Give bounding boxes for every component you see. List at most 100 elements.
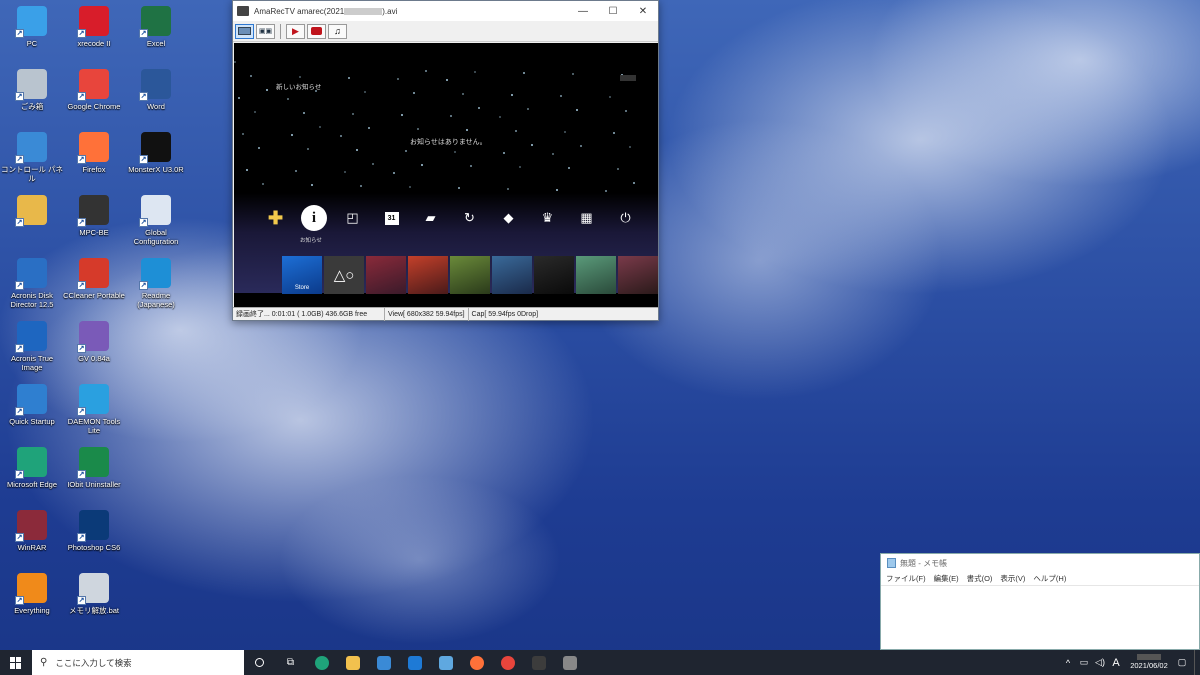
close-button[interactable]: ✕ — [628, 1, 658, 21]
desktop-icon-label: DAEMON Tools Lite — [67, 417, 121, 435]
network-icon[interactable]: ▭ — [1076, 657, 1092, 668]
desktop-icon[interactable]: ↗ Google Chrome — [62, 69, 126, 129]
taskbar-app[interactable] — [306, 650, 337, 675]
star — [572, 73, 574, 75]
word-icon: ↗ — [139, 69, 171, 101]
game-tile — [618, 256, 658, 294]
star — [425, 70, 427, 72]
search-placeholder: ここに入力して検索 — [55, 657, 132, 668]
taskbar-app[interactable] — [554, 650, 585, 675]
graph-icon[interactable]: ▣▣ — [256, 23, 275, 39]
desktop-icon[interactable]: ↗ — [0, 195, 64, 255]
user-folder-icon: ↗ — [15, 195, 47, 227]
shortcut-arrow-icon: ↗ — [15, 533, 24, 542]
star — [299, 76, 301, 78]
search-icon: ⚲ — [40, 657, 48, 668]
amarectv-titlebar[interactable]: AmaRecTV amarec(2021).avi — ☐ ✕ — [233, 1, 658, 21]
desktop-icon-label: GV 0.84a — [78, 354, 110, 363]
maximize-button[interactable]: ☐ — [598, 1, 628, 21]
desktop-icon[interactable]: ↗ Everything — [0, 573, 64, 633]
shortcut-arrow-icon: ↗ — [15, 470, 24, 479]
minimize-button[interactable]: — — [568, 1, 598, 21]
star — [531, 144, 533, 146]
camera-icon[interactable] — [307, 23, 326, 39]
desktop-icon[interactable]: ↗ CCleaner Portable — [62, 258, 126, 318]
desktop-icon[interactable]: ↗ Photoshop CS6 — [62, 510, 126, 570]
record-icon[interactable]: ▶ — [286, 23, 305, 39]
notepad-menu-item[interactable]: 書式(O) — [967, 573, 993, 584]
desktop-icon[interactable]: ↗ Word — [124, 69, 188, 129]
desktop-icon[interactable]: ↗ メモリ解放.bat — [62, 573, 126, 633]
taskbar-app[interactable] — [492, 650, 523, 675]
ime-indicator[interactable]: A — [1108, 657, 1124, 669]
taskbar-app[interactable] — [368, 650, 399, 675]
xrecode-icon: ↗ — [77, 6, 109, 38]
desktop-icon[interactable]: ↗ xrecode II — [62, 6, 126, 66]
desktop-icon[interactable]: ↗ Readme (Japanese) — [124, 258, 188, 318]
star — [511, 94, 513, 96]
desktop-icon[interactable]: ↗ MPC-BE — [62, 195, 126, 255]
quick-startup-icon: ↗ — [15, 384, 47, 416]
desktop-icon-label: IObit Uninstaller — [67, 480, 121, 489]
amarectv-toolbar: ▣▣ ▶ ♫ — [233, 21, 658, 42]
star — [458, 187, 460, 189]
desktop-icon-label: メモリ解放.bat — [68, 606, 119, 615]
star — [576, 109, 578, 111]
shortcut-arrow-icon: ↗ — [77, 92, 86, 101]
desktop-icon[interactable]: ↗ Acronis True Image — [0, 321, 64, 381]
volume-icon[interactable]: ◁) — [1092, 657, 1108, 668]
desktop-icon[interactable]: ↗ Microsoft Edge — [0, 447, 64, 507]
star — [295, 170, 297, 172]
calculator-icon — [531, 655, 546, 670]
view-mode-icon[interactable] — [235, 23, 254, 39]
shortcut-arrow-icon: ↗ — [15, 92, 24, 101]
desktop-icon[interactable]: ↗ Firefox — [62, 132, 126, 192]
friends-icon: ◆ — [503, 210, 514, 225]
taskbar-app[interactable] — [337, 650, 368, 675]
shortcut-arrow-icon: ↗ — [77, 596, 86, 605]
notepad-menu-item[interactable]: ファイル(F) — [886, 573, 926, 584]
desktop-icon[interactable]: ↗ DAEMON Tools Lite — [62, 384, 126, 444]
desktop-icon[interactable]: ↗ PC — [0, 6, 64, 66]
start-button[interactable] — [0, 650, 32, 675]
star — [393, 172, 395, 174]
desktop-icon[interactable]: ↗ MonsterX U3.0R — [124, 132, 188, 192]
notepad-menu-item[interactable]: 編集(E) — [934, 573, 959, 584]
music-icon[interactable]: ♫ — [328, 23, 347, 39]
notepad-menu-item[interactable]: ヘルプ(H) — [1033, 573, 1066, 584]
shortcut-arrow-icon: ↗ — [77, 281, 86, 290]
notepad-menu-item[interactable]: 表示(V) — [1000, 573, 1025, 584]
desktop-icon-label: Microsoft Edge — [6, 480, 58, 489]
notification-icon[interactable]: ▢ — [1174, 657, 1190, 668]
store-icon — [376, 655, 391, 670]
windows-logo-icon — [10, 656, 22, 669]
taskbar-app[interactable] — [523, 650, 554, 675]
taskbar-search[interactable]: ⚲ ここに入力して検索 — [32, 650, 244, 675]
game-tile — [534, 256, 574, 294]
taskbar-app[interactable] — [399, 650, 430, 675]
desktop-icon[interactable]: ↗ GV 0.84a — [62, 321, 126, 381]
notepad-titlebar[interactable]: 無題 - メモ帳 — [881, 554, 1199, 572]
taskbar-app[interactable] — [461, 650, 492, 675]
ps-function-bar: ✚ i ◰ 31 ▰ ↻ ◆ ♛ ▦ ⏻ — [256, 203, 645, 233]
desktop-icon[interactable]: ↗ Acronis Disk Director 12.5 — [0, 258, 64, 318]
desktop-icon[interactable]: ↗ Global Configuration — [124, 195, 188, 255]
cortana-icon[interactable] — [244, 650, 275, 675]
desktop-icon[interactable]: ↗ IObit Uninstaller — [62, 447, 126, 507]
desktop-icon-label: Word — [147, 102, 165, 111]
notepad-text-area[interactable] — [881, 586, 1199, 648]
desktop-icon[interactable]: ↗ ごみ箱 — [0, 69, 64, 129]
star — [356, 149, 358, 151]
desktop-icon[interactable]: ↗ Quick Startup — [0, 384, 64, 444]
clock[interactable]: 2021/06/02 — [1124, 654, 1174, 671]
taskbar-app[interactable] — [430, 650, 461, 675]
desktop-icon[interactable]: ↗ Excel — [124, 6, 188, 66]
star — [605, 190, 607, 192]
show-desktop-button[interactable] — [1194, 650, 1200, 675]
desktop-icon[interactable]: ↗ コントロール パネル — [0, 132, 64, 192]
star — [421, 164, 423, 166]
desktop-icon[interactable]: ↗ WinRAR — [0, 510, 64, 570]
task-view-icon[interactable]: ⧉ — [275, 650, 306, 675]
redacted-block — [344, 7, 383, 15]
chevron-up-icon[interactable]: ^ — [1060, 658, 1076, 668]
